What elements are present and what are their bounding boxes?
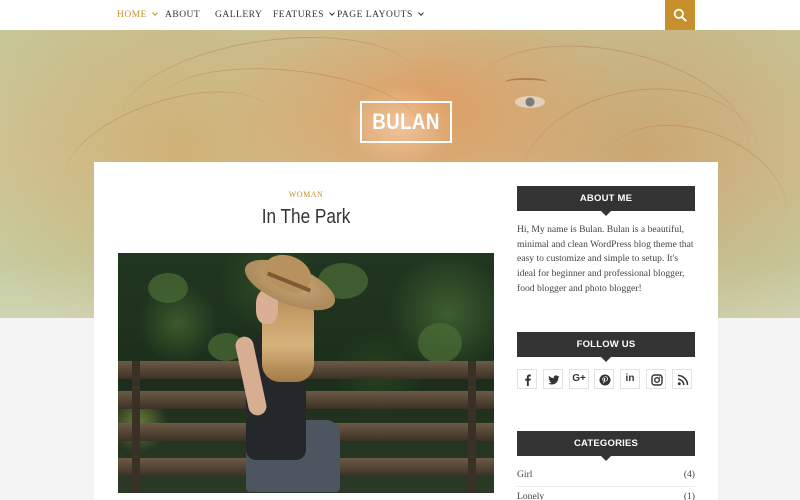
post-category-link[interactable]: WOMAN [94,190,518,199]
facebook-link[interactable] [517,369,537,389]
category-item-lonely[interactable]: Lonely (1) [517,491,695,500]
nav-item-gallery[interactable]: GALLERY [215,0,262,30]
nav-item-home[interactable]: HOME [117,0,158,30]
pinterest-link[interactable] [594,369,614,389]
nav-item-page-layouts[interactable]: PAGE LAYOUTS [337,0,424,30]
foliage [148,273,188,303]
post-title[interactable]: In The Park [124,206,489,229]
search-icon [673,8,687,22]
site-logo[interactable]: BULAN [360,101,452,143]
nav-item-label: FEATURES [273,10,324,20]
nav-item-about[interactable]: ABOUT [165,0,200,30]
about-widget-heading: ABOUT ME [517,186,695,216]
eye [515,96,545,108]
linkedin-icon: in [625,373,635,384]
pinterest-icon [599,374,611,386]
facebook-icon [525,374,531,386]
top-navigation: HOME ABOUT GALLERY FEATURES PAGE LAYOUTS [0,0,800,30]
nav-item-label: ABOUT [165,10,201,20]
instagram-link[interactable] [646,369,666,389]
rss-link[interactable] [672,369,692,389]
chevron-down-icon [329,10,335,16]
foliage [418,323,462,363]
chevron-down-icon [152,10,158,16]
chevron-down-icon [417,10,424,16]
google-plus-link[interactable]: G+ [569,369,589,389]
category-name: Girl [517,469,533,480]
bench-leg [132,361,140,493]
nav-item-label: HOME [117,10,147,20]
twitter-link[interactable] [543,369,563,389]
about-widget-text: Hi, My name is Bulan. Bulan is a beautif… [517,224,694,294]
bench-leg [468,361,476,493]
google-plus-icon: G+ [572,373,586,384]
site-logo-text: BULAN [372,109,440,134]
eyebrow [505,78,547,86]
category-divider [517,486,695,487]
bench-plank [118,391,494,409]
instagram-icon [651,374,663,386]
category-count: (4) [683,469,695,480]
categories-widget-heading: CATEGORIES [517,431,695,461]
twitter-icon [548,375,560,385]
category-name: Lonely [517,491,545,500]
nav-item-label: GALLERY [215,10,263,20]
linkedin-link[interactable]: in [620,369,640,389]
category-count: (1) [683,491,695,500]
search-button[interactable] [665,0,695,30]
nav-item-label: PAGE LAYOUTS [337,10,413,20]
rss-icon [677,374,689,386]
nav-item-features[interactable]: FEATURES [273,0,335,30]
category-item-girl[interactable]: Girl (4) [517,469,695,487]
follow-widget-heading: FOLLOW US [517,332,695,362]
